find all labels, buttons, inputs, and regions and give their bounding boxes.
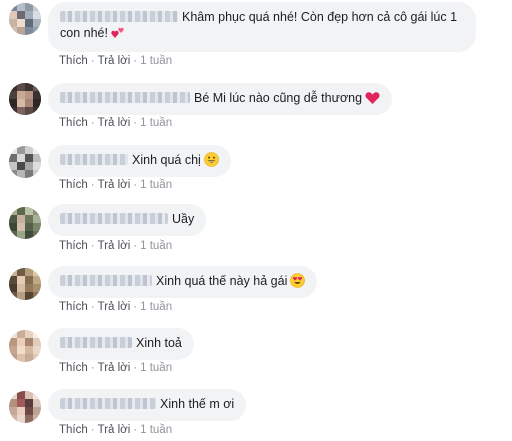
avatar[interactable] xyxy=(9,146,41,178)
avatar[interactable] xyxy=(9,207,41,239)
separator-dot: · xyxy=(90,117,95,129)
separator-dot: · xyxy=(133,301,138,313)
comment-actions: Thích · Trả lời · 1 tuần xyxy=(59,240,172,252)
two-hearts-icon xyxy=(111,26,125,44)
commenter-name[interactable] xyxy=(60,92,190,103)
comment-actions: Thích · Trả lời · 1 tuần xyxy=(59,179,172,191)
avatar[interactable] xyxy=(9,268,41,300)
separator-dot: · xyxy=(133,117,138,129)
comment-bubble: Xinh quá thế này hả gái xyxy=(48,266,318,298)
separator-dot: · xyxy=(133,240,138,252)
timestamp[interactable]: 1 tuần xyxy=(140,301,172,313)
like-link[interactable]: Thích xyxy=(59,179,88,191)
timestamp[interactable]: 1 tuần xyxy=(140,179,172,191)
like-link[interactable]: Thích xyxy=(59,55,88,67)
timestamp[interactable]: 1 tuần xyxy=(140,424,172,436)
like-link[interactable]: Thích xyxy=(59,117,88,129)
heart-eyes-face-icon xyxy=(290,273,306,292)
red-heart-icon xyxy=(365,91,380,109)
like-link[interactable]: Thích xyxy=(59,424,88,436)
comment-actions: Thích · Trả lời · 1 tuần xyxy=(59,301,172,313)
comment-bubble: Khâm phục quá nhé! Còn đẹp hơn cả cô gái… xyxy=(48,2,476,52)
comment-bubble: Xinh toả xyxy=(48,328,194,360)
separator-dot: · xyxy=(90,55,95,67)
reply-link[interactable]: Trả lời xyxy=(98,55,131,67)
comment-bubble: Bé Mi lúc nào cũng dễ thương xyxy=(48,83,393,115)
grinning-face-icon xyxy=(204,152,219,171)
avatar[interactable] xyxy=(9,83,41,115)
timestamp[interactable]: 1 tuần xyxy=(140,240,172,252)
reply-link[interactable]: Trả lời xyxy=(98,362,131,374)
comment-text: Khâm phục quá nhé! Còn đẹp hơn cả cô gái… xyxy=(182,10,458,24)
separator-dot: · xyxy=(133,424,138,436)
comment-text: Xinh thế m ơi xyxy=(160,397,235,411)
commenter-name[interactable] xyxy=(60,275,152,286)
avatar[interactable] xyxy=(9,3,41,35)
comment-text: Xinh quá chị xyxy=(132,153,201,167)
comment-text: Xinh toả xyxy=(136,336,182,350)
reply-link[interactable]: Trả lời xyxy=(98,424,131,436)
comment-actions: Thích · Trả lời · 1 tuần xyxy=(59,117,172,129)
commenter-name[interactable] xyxy=(60,154,128,165)
commenter-name[interactable] xyxy=(60,213,168,224)
separator-dot: · xyxy=(133,55,138,67)
reply-link[interactable]: Trả lời xyxy=(98,117,131,129)
separator-dot: · xyxy=(90,179,95,191)
like-link[interactable]: Thích xyxy=(59,240,88,252)
reply-link[interactable]: Trả lời xyxy=(98,301,131,313)
timestamp[interactable]: 1 tuần xyxy=(140,117,172,129)
comment-bubble: Xinh quá chị xyxy=(48,145,231,177)
like-link[interactable]: Thích xyxy=(59,301,88,313)
separator-dot: · xyxy=(133,362,138,374)
comment-text: Xinh quá thế này hả gái xyxy=(156,274,288,288)
like-link[interactable]: Thích xyxy=(59,362,88,374)
comment-text: con nhé! xyxy=(60,26,108,40)
timestamp[interactable]: 1 tuần xyxy=(140,362,172,374)
comment-actions: Thích · Trả lời · 1 tuần xyxy=(59,424,172,436)
avatar[interactable] xyxy=(9,391,41,423)
comment-bubble: Xinh thế m ơi xyxy=(48,389,247,421)
reply-link[interactable]: Trả lời xyxy=(98,179,131,191)
avatar[interactable] xyxy=(9,330,41,362)
comment-bubble: Uầy xyxy=(48,204,207,236)
commenter-name[interactable] xyxy=(60,337,132,348)
comment-actions: Thích · Trả lời · 1 tuần xyxy=(59,362,172,374)
commenter-name[interactable] xyxy=(60,398,156,409)
timestamp[interactable]: 1 tuần xyxy=(140,55,172,67)
separator-dot: · xyxy=(90,424,95,436)
commenter-name[interactable] xyxy=(60,11,178,22)
comment-actions: Thích · Trả lời · 1 tuần xyxy=(59,55,172,67)
separator-dot: · xyxy=(90,240,95,252)
separator-dot: · xyxy=(133,179,138,191)
comment-text: Uầy xyxy=(172,212,195,226)
comment-text: Bé Mi lúc nào cũng dễ thương xyxy=(194,91,363,105)
separator-dot: · xyxy=(90,362,95,374)
reply-link[interactable]: Trả lời xyxy=(98,240,131,252)
separator-dot: · xyxy=(90,301,95,313)
